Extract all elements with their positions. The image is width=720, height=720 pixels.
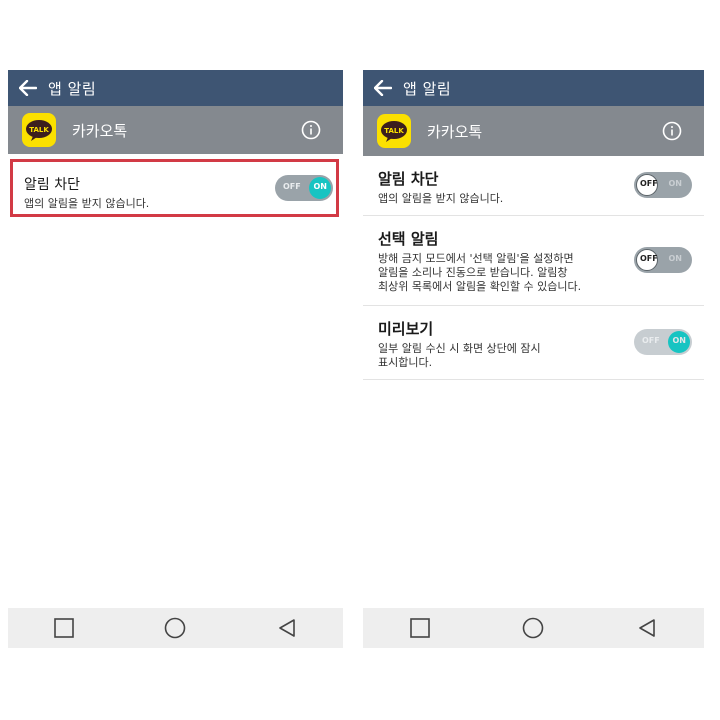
selective-notifications-toggle[interactable]: OFF ON: [634, 247, 692, 273]
page-title: 앱 알림: [403, 79, 452, 98]
home-icon[interactable]: [155, 613, 195, 643]
recent-apps-icon[interactable]: [400, 613, 440, 643]
home-icon[interactable]: [513, 613, 553, 643]
back-triangle-icon[interactable]: [267, 613, 307, 643]
title-bar: 앱 알림: [8, 70, 343, 106]
app-name: 카카오톡: [72, 121, 128, 140]
navigation-bar: [8, 608, 343, 648]
toggle-on-label: ON: [668, 179, 683, 188]
toggle-on-label: ON: [668, 254, 683, 263]
toggle-off-label: OFF: [642, 336, 660, 345]
back-arrow-icon[interactable]: [8, 80, 48, 96]
row-desc-line: 표시합니다.: [378, 356, 433, 369]
selective-notifications-row[interactable]: 선택 알림 방해 금지 모드에서 '선택 알림'을 설정하면 알림을 소리나 진…: [363, 216, 704, 306]
toggle-off-label: OFF: [640, 254, 658, 263]
left-screen: 앱 알림 TALK 카카오톡 알림 차단 앱의 알림을 받지 않습니다. OFF…: [8, 70, 343, 648]
title-bar: 앱 알림: [363, 70, 704, 106]
block-notifications-toggle[interactable]: OFF ON: [634, 172, 692, 198]
toggle-on-label: ON: [672, 336, 687, 345]
toggle-off-label: OFF: [640, 179, 658, 188]
app-name: 카카오톡: [427, 122, 483, 141]
row-title: 선택 알림: [378, 230, 439, 248]
kakaotalk-icon-text: TALK: [29, 126, 49, 134]
app-header: TALK 카카오톡: [363, 106, 704, 156]
preview-row[interactable]: 미리보기 일부 알림 수신 시 화면 상단에 잠시 표시합니다. OFF ON: [363, 306, 704, 380]
page-title: 앱 알림: [48, 79, 97, 98]
toggle-on-label: ON: [313, 182, 328, 191]
highlight-box: [10, 159, 339, 217]
kakaotalk-icon-text: TALK: [384, 127, 404, 135]
block-notifications-row[interactable]: 알림 차단 앱의 알림을 받지 않습니다. OFF ON: [363, 156, 704, 216]
back-triangle-icon[interactable]: [627, 613, 667, 643]
right-screen: 앱 알림 TALK 카카오톡 알림 차단 앱의 알림을 받지 않습니다. OFF…: [363, 70, 704, 648]
info-icon[interactable]: [662, 121, 682, 141]
app-header: TALK 카카오톡: [8, 106, 343, 154]
info-icon[interactable]: [301, 120, 321, 140]
preview-toggle[interactable]: OFF ON: [634, 329, 692, 355]
back-arrow-icon[interactable]: [363, 80, 403, 96]
row-desc-line: 최상위 목록에서 알림을 확인할 수 있습니다.: [378, 280, 582, 293]
navigation-bar: [363, 608, 704, 648]
recent-apps-icon[interactable]: [44, 613, 84, 643]
kakaotalk-icon: TALK: [377, 114, 411, 148]
kakaotalk-icon: TALK: [22, 113, 56, 147]
